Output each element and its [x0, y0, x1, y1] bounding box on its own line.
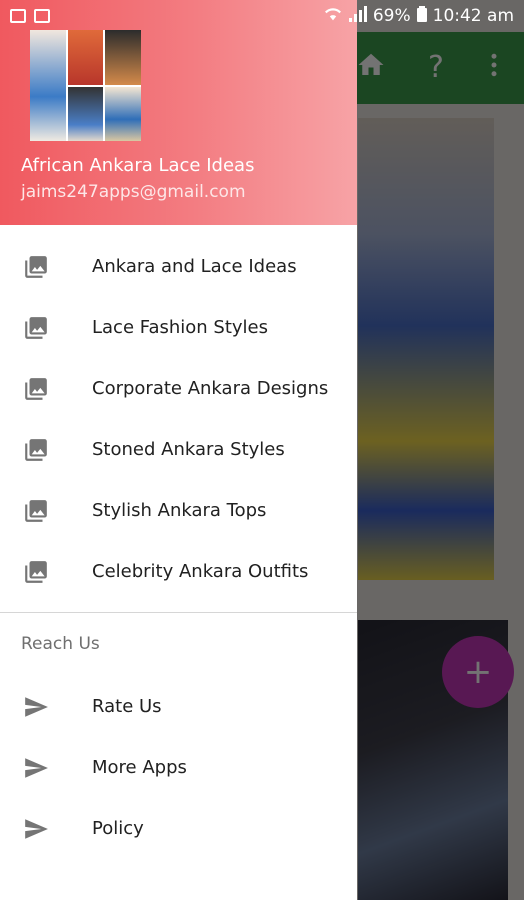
menu-item-label: Policy [92, 818, 144, 839]
navigation-drawer: African Ankara Lace Ideas jaims247apps@g… [0, 0, 357, 900]
menu-item-label: Rate Us [92, 696, 162, 717]
photo-library-icon [23, 315, 49, 341]
app-name: African Ankara Lace Ideas [21, 155, 255, 176]
menu-item-label: Stoned Ankara Styles [92, 439, 285, 460]
menu-item-label: Celebrity Ankara Outfits [92, 561, 309, 582]
battery-percentage: 69% [372, 6, 411, 26]
photo-library-icon [23, 437, 49, 463]
section-title-reach-us: Reach Us [21, 634, 100, 654]
drawer-header: African Ankara Lace Ideas jaims247apps@g… [0, 0, 357, 225]
menu-item-lace-fashion-styles[interactable]: Lace Fashion Styles [0, 297, 357, 358]
menu-item-label: Lace Fashion Styles [92, 317, 269, 338]
menu-item-celebrity-ankara-outfits[interactable]: Celebrity Ankara Outfits [0, 541, 357, 602]
menu-item-label: Corporate Ankara Designs [92, 378, 329, 399]
photo-library-icon [23, 498, 49, 524]
send-icon [23, 816, 49, 842]
mail-notification-icon [34, 9, 50, 23]
status-bar: 69% 10:42 am [0, 0, 524, 32]
signal-icon [348, 5, 367, 27]
photo-library-icon [23, 376, 49, 402]
photo-library-icon [23, 559, 49, 585]
menu-divider [0, 612, 357, 613]
clock: 10:42 am [432, 6, 514, 26]
menu-item-stylish-ankara-tops[interactable]: Stylish Ankara Tops [0, 480, 357, 541]
send-icon [23, 755, 49, 781]
wifi-icon [323, 6, 343, 27]
account-email: jaims247apps@gmail.com [21, 182, 246, 202]
menu-item-stoned-ankara-styles[interactable]: Stoned Ankara Styles [0, 419, 357, 480]
app-logo-collage [30, 30, 141, 141]
category-menu: Ankara and Lace Ideas Lace Fashion Style… [0, 236, 357, 602]
menu-item-rate-us[interactable]: Rate Us [0, 676, 357, 737]
reach-us-menu: Rate Us More Apps Policy [0, 676, 357, 859]
menu-item-corporate-ankara-designs[interactable]: Corporate Ankara Designs [0, 358, 357, 419]
send-icon [23, 694, 49, 720]
menu-item-more-apps[interactable]: More Apps [0, 737, 357, 798]
photo-library-icon [23, 254, 49, 280]
menu-item-label: More Apps [92, 757, 187, 778]
menu-item-policy[interactable]: Policy [0, 798, 357, 859]
image-notification-icon [10, 9, 26, 23]
battery-icon [416, 5, 427, 27]
menu-item-label: Ankara and Lace Ideas [92, 256, 297, 277]
menu-item-label: Stylish Ankara Tops [92, 500, 267, 521]
menu-item-ankara-and-lace-ideas[interactable]: Ankara and Lace Ideas [0, 236, 357, 297]
